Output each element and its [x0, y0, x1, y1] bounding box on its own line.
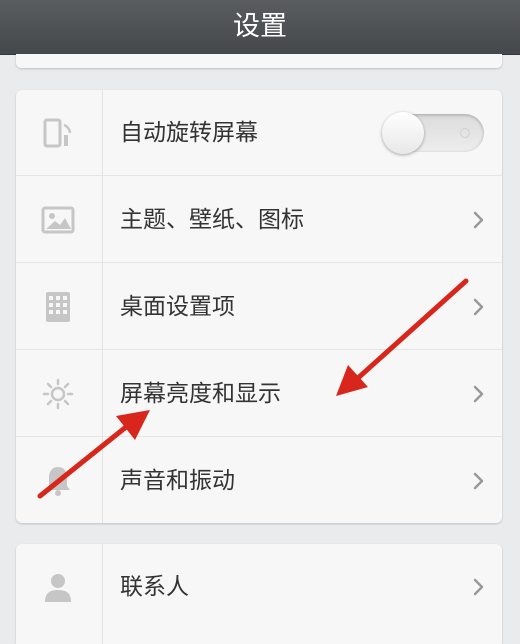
page-title: 设置 — [233, 11, 287, 42]
settings-group-accounts: 联系人 — [16, 544, 502, 644]
setting-label: 主题、壁纸、图标 — [120, 207, 304, 233]
setting-label: 自动旋转屏幕 — [120, 120, 258, 146]
bell-icon — [46, 467, 70, 496]
setting-auto-rotate[interactable]: 自动旋转屏幕 — [16, 90, 502, 176]
chevron-right-icon — [473, 211, 484, 229]
settings-group-display: 自动旋转屏幕 主题、壁纸、图标 桌面设置项 屏幕亮度和显示 声音和振动 — [16, 90, 502, 523]
chevron-right-icon — [473, 385, 484, 403]
chevron-right-icon — [473, 578, 484, 596]
setting-label: 桌面设置项 — [120, 294, 235, 320]
picture-icon — [41, 206, 75, 234]
setting-brightness-display[interactable]: 屏幕亮度和显示 — [16, 351, 502, 437]
contact-icon — [45, 574, 71, 602]
setting-sound-vibration[interactable]: 声音和振动 — [16, 438, 502, 523]
grid-icon — [46, 292, 70, 322]
chevron-right-icon — [473, 472, 484, 490]
toggle-knob[interactable] — [382, 112, 424, 154]
setting-label: 联系人 — [120, 574, 189, 600]
setting-label: 屏幕亮度和显示 — [120, 381, 281, 407]
setting-label: 声音和振动 — [120, 468, 235, 494]
screen-rotate-icon — [43, 118, 72, 148]
chevron-right-icon — [473, 298, 484, 316]
auto-rotate-toggle[interactable] — [382, 112, 484, 154]
brightness-icon — [42, 378, 74, 410]
previous-card-edge — [16, 54, 502, 68]
setting-contacts[interactable]: 联系人 — [16, 544, 502, 630]
toggle-off-indicator — [460, 128, 470, 138]
setting-themes-wallpapers[interactable]: 主题、壁纸、图标 — [16, 177, 502, 263]
title-bar: 设置 — [0, 0, 520, 54]
setting-desktop[interactable]: 桌面设置项 — [16, 264, 502, 350]
